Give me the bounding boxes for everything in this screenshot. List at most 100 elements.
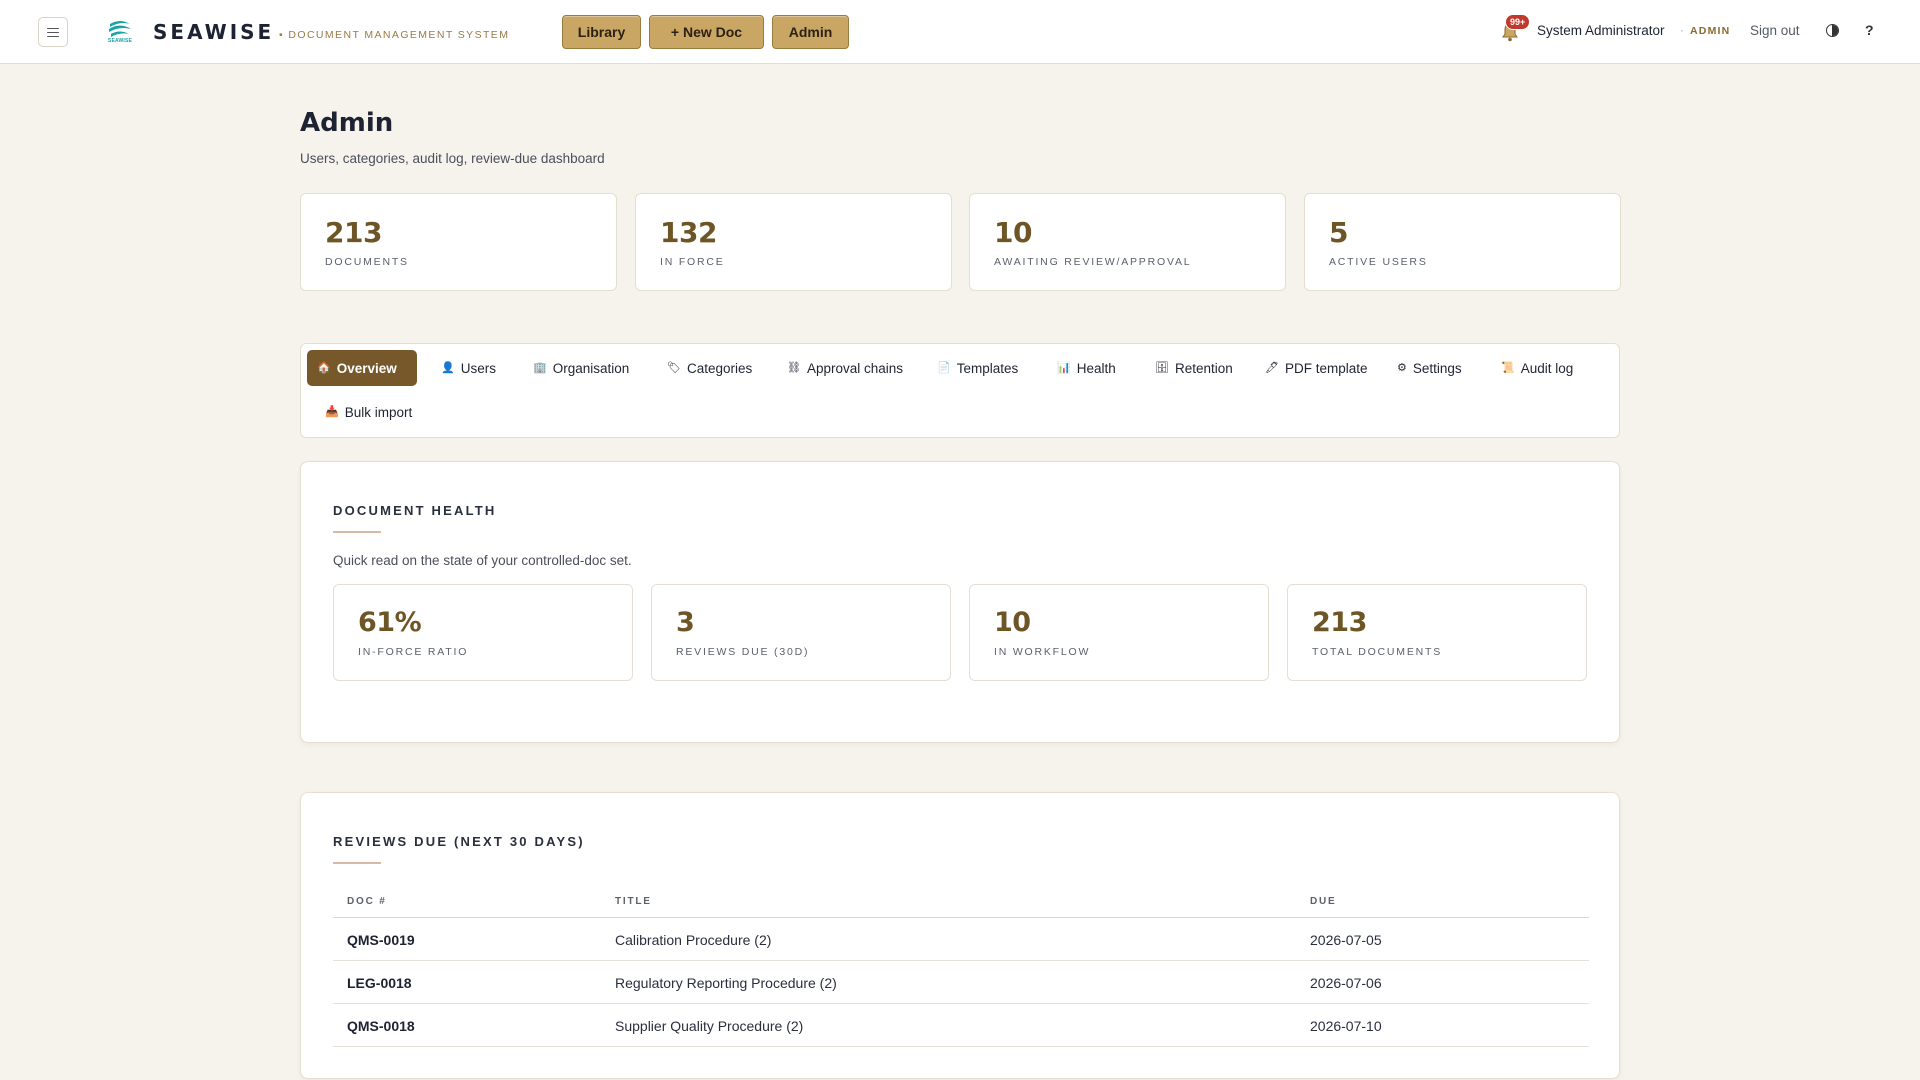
user-name: System Administrator	[1537, 23, 1665, 38]
tab-label: Settings	[1412, 360, 1462, 376]
title-cell: Regulatory Reporting Procedure (2)	[615, 975, 837, 991]
section-title: REVIEWS DUE (NEXT 30 DAYS)	[333, 834, 585, 849]
tab-users[interactable]: 👤 Users	[431, 350, 506, 386]
health-card-in-workflow: 10 IN WORKFLOW	[969, 584, 1269, 681]
health-label: REVIEWS DUE (30D)	[676, 646, 810, 658]
tab-organisation[interactable]: 🏢 Organisation	[523, 350, 639, 386]
user-separator: ·	[1680, 23, 1684, 37]
column-header-doc-number[interactable]: DOC #	[347, 896, 387, 907]
admin-button[interactable]: Admin	[772, 15, 849, 49]
logo-wordmark: SEAWISE	[107, 38, 133, 44]
top-bar: SEAWISE SEAWISE • DOCUMENT MANAGEMENT SY…	[0, 0, 1920, 64]
stat-label: IN FORCE	[660, 256, 725, 268]
stat-value: 5	[1329, 216, 1348, 249]
scroll-icon: 📜	[1501, 361, 1515, 374]
section-divider	[333, 862, 381, 864]
hamburger-icon	[47, 27, 59, 37]
help-button[interactable]: ?	[1865, 22, 1874, 38]
tab-label: Overview	[336, 360, 397, 376]
page-title: Admin	[300, 108, 394, 138]
doc-number-cell[interactable]: QMS-0019	[347, 932, 415, 948]
table-row[interactable]: LEG-0018 Regulatory Reporting Procedure …	[333, 961, 1589, 1004]
tab-approval-chains[interactable]: ⛓ Approval chains	[777, 350, 913, 386]
column-header-due[interactable]: DUE	[1310, 896, 1337, 907]
admin-tabs: 🏠 Overview 👤 Users 🏢 Organisation 🏷 Cate…	[300, 343, 1620, 438]
health-card-reviews-due: 3 REVIEWS DUE (30D)	[651, 584, 951, 681]
page-subtitle: Users, categories, audit log, review-due…	[300, 151, 605, 166]
tab-label: Approval chains	[806, 360, 904, 376]
building-icon: 🏢	[533, 361, 547, 374]
tab-label: Retention	[1174, 360, 1233, 376]
health-label: TOTAL DOCUMENTS	[1312, 646, 1443, 658]
stat-card-active-users: 5 ACTIVE USERS	[1304, 193, 1621, 291]
due-date-cell: 2026-07-06	[1310, 975, 1382, 991]
menu-toggle-button[interactable]	[38, 17, 68, 47]
stat-card-documents: 213 DOCUMENTS	[300, 193, 617, 291]
notification-count-badge: 99+	[1505, 14, 1531, 30]
doc-number-cell[interactable]: LEG-0018	[347, 975, 412, 991]
user-icon: 👤	[441, 361, 455, 374]
brand-subtitle: • DOCUMENT MANAGEMENT SYSTEM	[279, 29, 510, 41]
table-header: DOC # TITLE DUE	[333, 886, 1589, 918]
health-label: IN WORKFLOW	[994, 646, 1091, 658]
tab-settings[interactable]: ⚙ Settings	[1387, 350, 1472, 386]
inbox-icon: 📥	[325, 405, 339, 418]
due-date-cell: 2026-07-05	[1310, 932, 1382, 948]
table-row[interactable]: QMS-0019 Calibration Procedure (2) 2026-…	[333, 918, 1589, 961]
section-divider	[333, 531, 381, 533]
section-description: Quick read on the state of your controll…	[333, 553, 632, 568]
stat-value: 132	[660, 216, 717, 249]
new-doc-button[interactable]: + New Doc	[649, 15, 764, 49]
tab-retention[interactable]: 🗄 Retention	[1145, 350, 1243, 386]
section-title: DOCUMENT HEALTH	[333, 503, 497, 518]
tab-label: Templates	[956, 360, 1019, 376]
tab-label: PDF template	[1284, 360, 1368, 376]
sign-out-link[interactable]: Sign out	[1750, 23, 1800, 38]
health-card-total-documents: 213 TOTAL DOCUMENTS	[1287, 584, 1587, 681]
cabinet-icon: 🗄	[1155, 361, 1169, 374]
reviews-due-table: DOC # TITLE DUE QMS-0019 Calibration Pro…	[333, 886, 1589, 1047]
theme-toggle-icon[interactable]	[1826, 24, 1839, 37]
chain-icon: ⛓	[787, 361, 801, 374]
stat-card-in-force: 132 IN FORCE	[635, 193, 952, 291]
tab-label: Audit log	[1520, 360, 1574, 376]
column-header-title[interactable]: TITLE	[615, 896, 652, 907]
doc-number-cell[interactable]: QMS-0018	[347, 1018, 415, 1034]
stat-card-awaiting-review: 10 AWAITING REVIEW/APPROVAL	[969, 193, 1286, 291]
title-cell: Calibration Procedure (2)	[615, 932, 772, 948]
pen-icon: 🖊	[1265, 361, 1279, 374]
stat-value: 213	[325, 216, 382, 249]
tab-health[interactable]: 📊 Health	[1047, 350, 1126, 386]
health-value: 10	[994, 607, 1031, 638]
chart-icon: 📊	[1057, 361, 1071, 374]
health-card-in-force-ratio: 61% IN-FORCE RATIO	[333, 584, 633, 681]
tab-label: Users	[460, 360, 496, 376]
tab-overview[interactable]: 🏠 Overview	[307, 350, 417, 386]
health-value: 61%	[358, 607, 422, 638]
home-icon: 🏠	[317, 361, 331, 374]
stat-value: 10	[994, 216, 1032, 249]
tab-label: Bulk import	[344, 404, 413, 420]
tab-templates[interactable]: 📄 Templates	[927, 350, 1028, 386]
stat-label: DOCUMENTS	[325, 256, 409, 268]
health-value: 213	[1312, 607, 1367, 638]
stat-label: AWAITING REVIEW/APPROVAL	[994, 256, 1192, 268]
health-value: 3	[676, 607, 695, 638]
user-role-badge: ADMIN	[1690, 25, 1731, 37]
gear-icon: ⚙	[1397, 361, 1407, 374]
table-row[interactable]: QMS-0018 Supplier Quality Procedure (2) …	[333, 1004, 1589, 1047]
library-button[interactable]: Library	[562, 15, 641, 49]
brand-name[interactable]: SEAWISE	[153, 20, 274, 44]
document-health-panel: DOCUMENT HEALTH Quick read on the state …	[300, 461, 1620, 743]
document-icon: 📄	[937, 361, 951, 374]
reviews-due-panel: REVIEWS DUE (NEXT 30 DAYS) DOC # TITLE D…	[300, 792, 1620, 1079]
tab-bulk-import[interactable]: 📥 Bulk import	[315, 394, 422, 430]
tab-categories[interactable]: 🏷 Categories	[657, 350, 762, 386]
title-cell: Supplier Quality Procedure (2)	[615, 1018, 804, 1034]
tab-label: Health	[1076, 360, 1116, 376]
tab-audit-log[interactable]: 📜 Audit log	[1491, 350, 1583, 386]
health-label: IN-FORCE RATIO	[358, 646, 469, 658]
tab-pdf-template[interactable]: 🖊 PDF template	[1255, 350, 1378, 386]
due-date-cell: 2026-07-10	[1310, 1018, 1382, 1034]
tab-label: Organisation	[552, 360, 630, 376]
